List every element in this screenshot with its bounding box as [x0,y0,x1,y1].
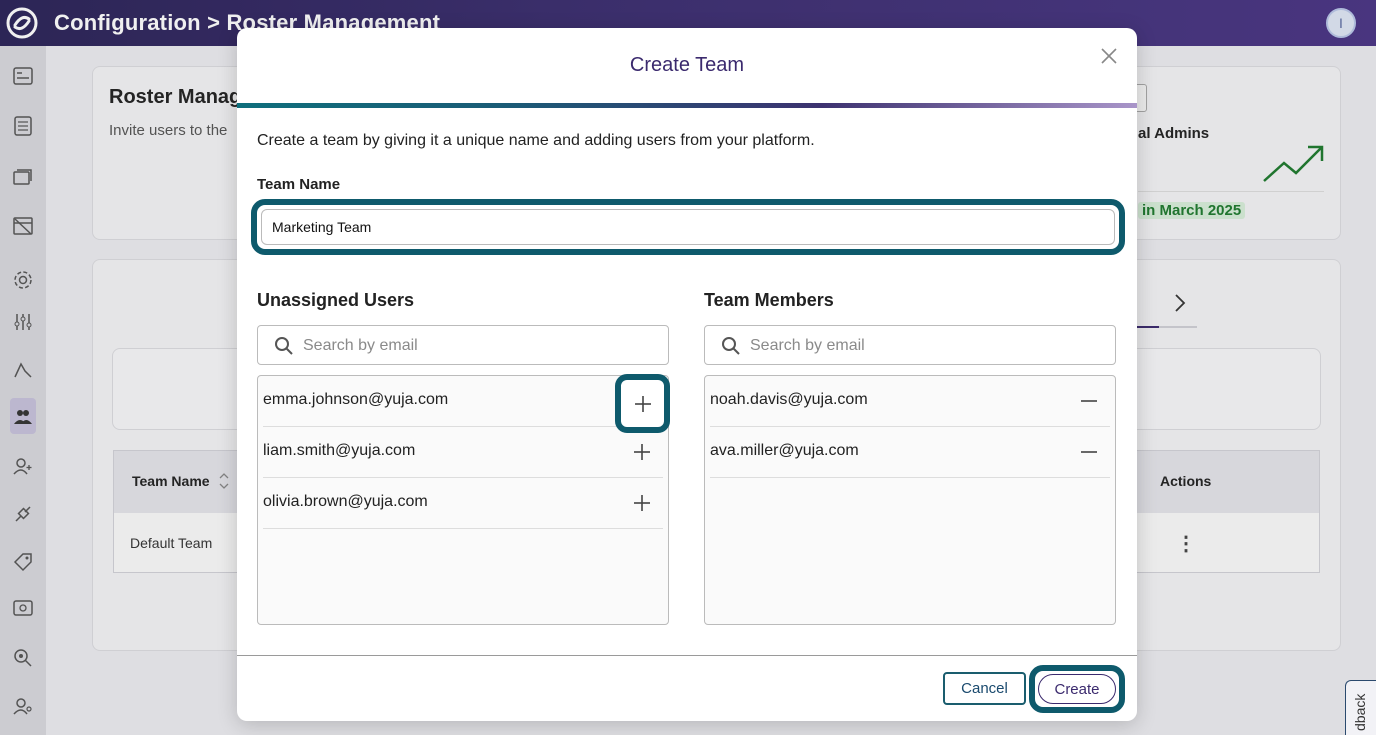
list-item: emma.johnson@yuja.com [263,376,663,427]
team-members-list: noah.davis@yuja.com ava.miller@yuja.com [704,375,1116,625]
user-email: emma.johnson@yuja.com [263,391,449,408]
user-email: olivia.brown@yuja.com [263,493,428,510]
member-email: ava.miller@yuja.com [710,442,859,459]
footer-divider [237,655,1137,656]
team-members-title: Team Members [704,290,834,310]
create-team-dialog: Create Team Create a team by giving it a… [237,28,1137,721]
create-focus-ring: Create [1029,665,1125,713]
minus-icon[interactable] [1078,441,1100,463]
member-email: noah.davis@yuja.com [710,391,868,408]
title-divider [237,103,1137,108]
list-item: liam.smith@yuja.com [263,427,663,478]
cancel-button[interactable]: Cancel [943,672,1026,705]
list-item: olivia.brown@yuja.com [263,478,663,529]
dialog-description: Create a team by giving it a unique name… [257,132,815,149]
unassigned-users-list: emma.johnson@yuja.com liam.smith@yuja.co… [257,375,669,625]
feedback-tab[interactable]: dback [1345,680,1376,735]
dialog-title: Create Team [629,54,745,76]
create-button[interactable]: Create [1038,674,1116,704]
unassigned-search-input[interactable] [303,334,653,358]
team-name-focus-ring [251,199,1125,255]
search-icon [722,337,740,355]
close-icon[interactable] [1099,46,1119,66]
feedback-label: dback [1352,693,1368,731]
team-name-label: Team Name [257,176,341,193]
search-icon [275,337,293,355]
plus-icon[interactable] [631,492,653,514]
add-user-button[interactable] [615,374,670,433]
members-search[interactable] [704,325,1116,365]
unassigned-search[interactable] [257,325,669,365]
plus-icon[interactable] [631,441,653,463]
list-item: noah.davis@yuja.com [710,376,1110,427]
members-search-input[interactable] [750,334,1100,358]
list-item: ava.miller@yuja.com [710,427,1110,478]
user-email: liam.smith@yuja.com [263,442,416,459]
unassigned-users-title: Unassigned Users [257,290,415,310]
team-name-input[interactable] [261,209,1115,245]
minus-icon[interactable] [1078,390,1100,412]
plus-icon [635,396,651,412]
